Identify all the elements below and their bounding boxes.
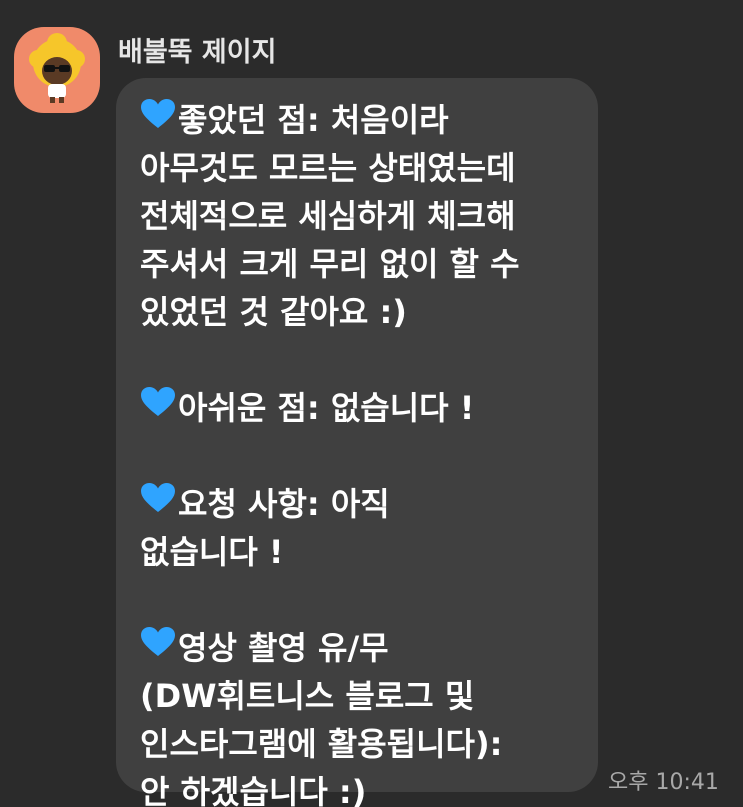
message-line: (DW휘트니스 블로그 및 [140,677,475,715]
blue-heart-icon [140,479,176,527]
message-bubble[interactable]: 좋았던 점: 처음이라 아무것도 모르는 상태였는데 전체적으로 세심하게 체크… [116,78,598,807]
message-line: 영상 촬영 유/무 [140,624,584,672]
message-text: 아쉬운 점: 없습니다 ! [178,389,475,427]
message-line: 주셔서 크게 무리 없이 할 수 [140,245,520,283]
message-text: 요청 사항: 아직 [178,485,390,523]
message-text: 좋았던 점: 처음이라 [178,101,449,139]
message-timestamp: 오후 10:41 [608,770,719,795]
message-line: 요청 사항: 아직 [140,480,584,528]
message-line: 안 하겠습니다 :) [140,773,367,807]
blue-heart-icon [140,383,176,431]
blue-heart-icon [140,95,176,143]
message-line: 전체적으로 세심하게 체크해 [140,197,516,235]
message-line: 아쉬운 점: 없습니다 ! [140,384,584,432]
avatar-character-icon [29,33,85,103]
message-line: 있었던 것 같아요 :) [140,293,407,331]
message-line: 없습니다 ! [140,533,284,571]
message-text: 영상 촬영 유/무 [178,629,389,667]
message-line: 좋았던 점: 처음이라 [140,96,584,144]
blue-heart-icon [140,623,176,671]
message-line: 인스타그램에 활용됩니다): [140,725,503,763]
avatar[interactable] [14,27,100,113]
message-line: 아무것도 모르는 상태였는데 [140,149,516,187]
chat-screen: 배불뚝 제이지 좋았던 점: 처음이라 아무것도 모르는 상태였는데 전체적으로… [0,0,743,807]
sender-name: 배불뚝 제이지 [118,37,277,68]
